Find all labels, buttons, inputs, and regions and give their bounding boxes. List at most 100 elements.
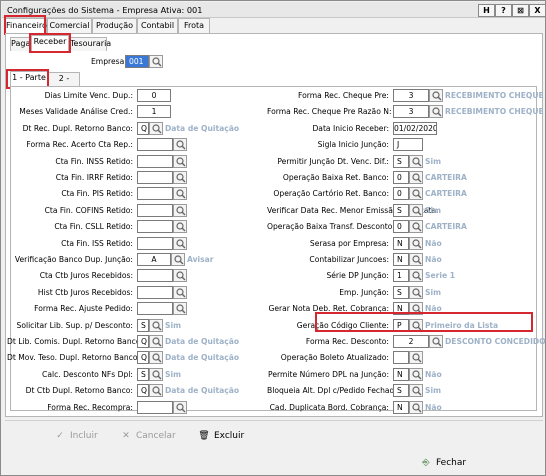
field-input[interactable]: S bbox=[137, 367, 149, 381]
field-lookup-button[interactable] bbox=[173, 220, 187, 234]
field-input[interactable]: Q bbox=[137, 121, 149, 135]
tab-comercial[interactable]: Comercial bbox=[47, 18, 92, 34]
field-input[interactable]: 3 bbox=[393, 89, 429, 102]
empresa-input[interactable]: 001 bbox=[125, 55, 149, 68]
field-input[interactable]: A bbox=[137, 253, 171, 266]
field-lookup-button[interactable] bbox=[149, 351, 163, 365]
search-icon bbox=[412, 189, 422, 199]
field-lookup-button[interactable] bbox=[409, 285, 423, 299]
field-input[interactable] bbox=[137, 154, 173, 168]
field-lookup-button[interactable] bbox=[173, 269, 187, 283]
excluir-button[interactable]: 🗑 Excluir bbox=[197, 426, 244, 446]
tab-financeiro[interactable]: Financeiro bbox=[5, 18, 47, 34]
field-lookup-button[interactable] bbox=[173, 236, 187, 250]
field-input[interactable] bbox=[137, 236, 173, 250]
field-input[interactable]: N bbox=[393, 400, 409, 414]
subtab-receber[interactable]: Receber bbox=[31, 35, 69, 51]
field-input[interactable]: N bbox=[393, 302, 409, 316]
field-input[interactable] bbox=[137, 269, 173, 283]
field-lookup-button[interactable] bbox=[429, 335, 443, 348]
field-input[interactable]: Q bbox=[137, 351, 149, 365]
field-input[interactable] bbox=[137, 285, 173, 299]
field-lookup-button[interactable] bbox=[149, 367, 163, 381]
field-lookup-button[interactable] bbox=[149, 318, 163, 332]
field-lookup-button[interactable] bbox=[409, 187, 423, 201]
field-input[interactable]: 1 bbox=[393, 269, 409, 283]
help-h-button[interactable]: H bbox=[478, 4, 495, 17]
field-lookup-button[interactable] bbox=[173, 302, 187, 316]
field-lookup-button[interactable] bbox=[409, 384, 423, 398]
field-input[interactable]: 01/02/2020 bbox=[393, 121, 437, 135]
field-label: Forma Rec. Desconto: bbox=[305, 337, 389, 346]
field-input[interactable]: 0 bbox=[137, 89, 171, 102]
field-input[interactable] bbox=[137, 138, 173, 152]
subtab-pagar[interactable]: Pagar bbox=[10, 37, 34, 51]
field-lookup-button[interactable] bbox=[409, 253, 423, 266]
field-label: Cta Fin. CSLL Retido: bbox=[54, 222, 133, 232]
field-input[interactable] bbox=[137, 400, 173, 414]
field-lookup-button[interactable] bbox=[173, 187, 187, 201]
field-lookup-button[interactable] bbox=[173, 203, 187, 217]
field-input[interactable]: 2 bbox=[393, 335, 429, 348]
field-input[interactable] bbox=[393, 351, 409, 365]
window-title: Configurações do Sistema - Empresa Ativa… bbox=[7, 5, 203, 15]
field-input[interactable]: S bbox=[137, 318, 149, 332]
field-input[interactable]: 0 bbox=[393, 171, 409, 184]
field-lookup-button[interactable] bbox=[173, 171, 187, 184]
cancelar-button[interactable]: ✕ Cancelar bbox=[119, 426, 176, 446]
field-input[interactable] bbox=[137, 220, 173, 234]
tab-parte-2[interactable]: 2 - Parte bbox=[48, 72, 80, 95]
field-lookup-button[interactable] bbox=[429, 105, 443, 119]
field-lookup-button[interactable] bbox=[409, 400, 423, 414]
field-lookup-button[interactable] bbox=[173, 285, 187, 299]
field-input[interactable]: N bbox=[393, 236, 409, 250]
field-input[interactable]: P bbox=[393, 318, 409, 332]
field-input[interactable]: S bbox=[393, 154, 409, 168]
field-lookup-button[interactable] bbox=[409, 269, 423, 283]
field-lookup-button[interactable] bbox=[409, 154, 423, 168]
field-lookup-button[interactable] bbox=[409, 302, 423, 316]
field-input[interactable] bbox=[137, 302, 173, 316]
field-input[interactable]: 1 bbox=[137, 105, 171, 119]
tab-contabil[interactable]: Contabil bbox=[137, 18, 178, 34]
tab-producao[interactable]: Produção bbox=[92, 18, 137, 34]
help-question-button[interactable]: ? bbox=[495, 4, 512, 17]
field-input[interactable]: 0 bbox=[393, 220, 409, 234]
empresa-lookup-button[interactable] bbox=[149, 55, 163, 68]
field-input[interactable] bbox=[137, 203, 173, 217]
field-input[interactable]: Q bbox=[137, 384, 149, 398]
field-input[interactable]: S bbox=[393, 285, 409, 299]
field-input[interactable]: S bbox=[393, 384, 409, 398]
field-input[interactable]: 0 bbox=[393, 187, 409, 201]
field-lookup-button[interactable] bbox=[409, 236, 423, 250]
subtab-tesouraria[interactable]: Tesouraria bbox=[69, 37, 111, 51]
incluir-button[interactable]: ✓ Incluir bbox=[53, 426, 98, 446]
field-lookup-button[interactable] bbox=[149, 335, 163, 348]
field-input[interactable]: 3 bbox=[393, 105, 429, 119]
field-input[interactable] bbox=[137, 187, 173, 201]
field-input[interactable]: Q bbox=[137, 335, 149, 348]
fechar-button[interactable]: ⎆ Fechar bbox=[419, 453, 466, 473]
field-lookup-button[interactable] bbox=[173, 400, 187, 414]
field-lookup-button[interactable] bbox=[173, 138, 187, 152]
restore-button[interactable]: ⊠ bbox=[512, 4, 529, 17]
tab-parte-1[interactable]: 1 - Parte bbox=[10, 71, 48, 86]
close-button[interactable]: X bbox=[529, 4, 546, 17]
field-lookup-button[interactable] bbox=[409, 171, 423, 184]
field-input[interactable]: J bbox=[393, 138, 423, 152]
field-lookup-button[interactable] bbox=[409, 367, 423, 381]
field-lookup-button[interactable] bbox=[149, 384, 163, 398]
field-lookup-button[interactable] bbox=[409, 318, 423, 332]
field-lookup-button[interactable] bbox=[171, 253, 185, 266]
field-lookup-button[interactable] bbox=[409, 203, 423, 217]
field-input[interactable]: N bbox=[393, 367, 409, 381]
field-lookup-button[interactable] bbox=[409, 220, 423, 234]
field-lookup-button[interactable] bbox=[429, 89, 443, 102]
tab-frota[interactable]: Frota bbox=[178, 18, 210, 34]
field-input[interactable]: N bbox=[393, 253, 409, 266]
field-lookup-button[interactable] bbox=[173, 154, 187, 168]
field-lookup-button[interactable] bbox=[409, 351, 423, 365]
field-input[interactable] bbox=[137, 171, 173, 184]
field-input[interactable]: S bbox=[393, 203, 409, 217]
field-lookup-button[interactable] bbox=[149, 121, 163, 135]
